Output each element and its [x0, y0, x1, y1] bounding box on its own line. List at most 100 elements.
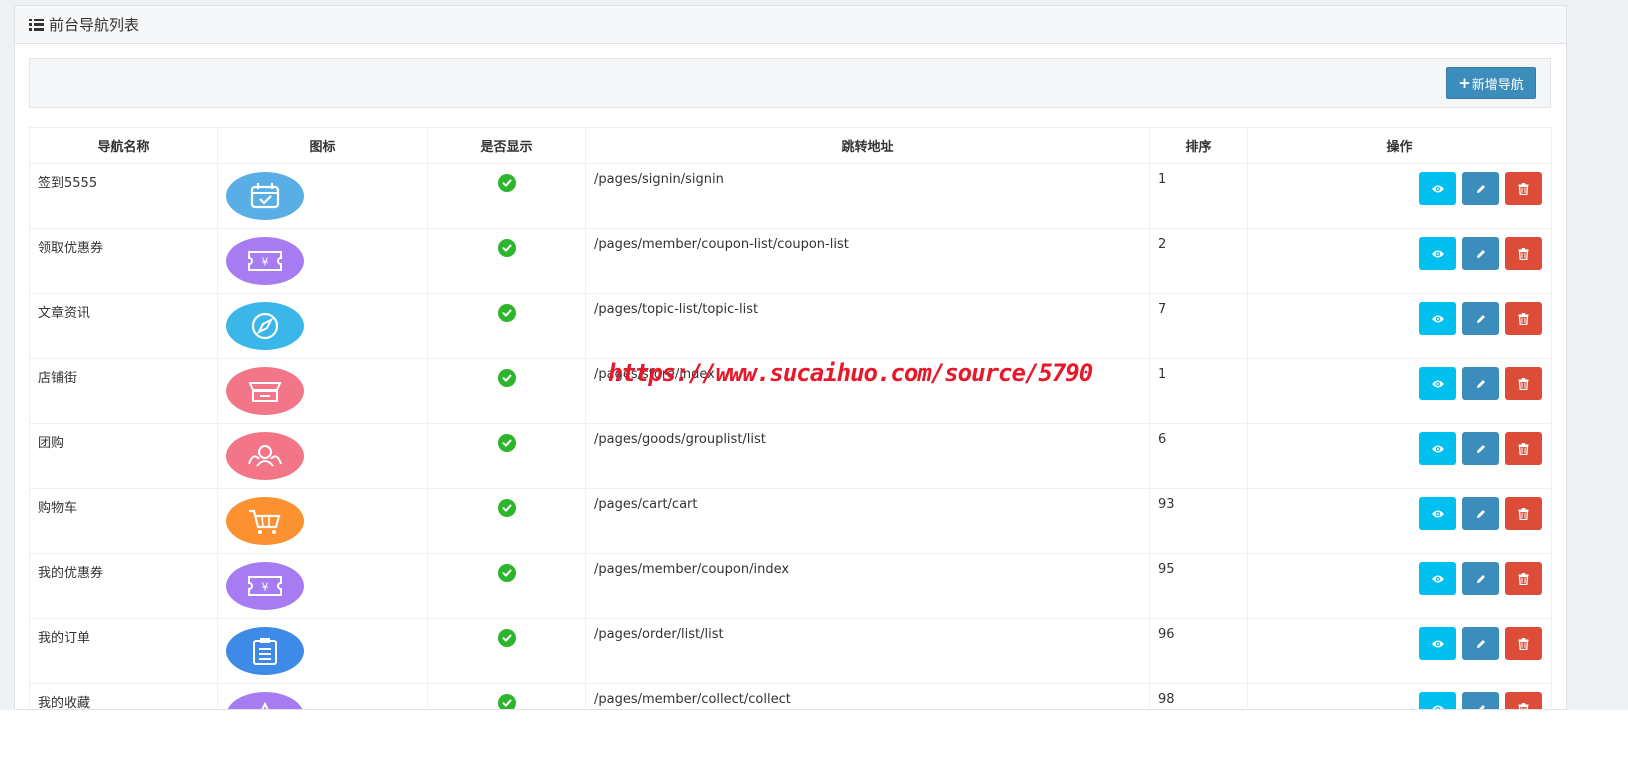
check-circle-icon	[497, 694, 516, 709]
view-button[interactable]	[1419, 562, 1456, 595]
add-nav-label: 新增导航	[1471, 77, 1524, 93]
nav-name: 签到5555	[38, 176, 98, 191]
nav-sort: 98	[1158, 692, 1175, 707]
add-nav-button[interactable]: + 新增导航	[1446, 67, 1536, 99]
nav-url: /pages/member/coupon-list/coupon-list	[594, 237, 849, 252]
list-icon	[29, 18, 44, 31]
delete-button[interactable]	[1505, 562, 1542, 595]
trash-icon	[1518, 442, 1529, 455]
edit-button[interactable]	[1462, 237, 1499, 270]
edit-button[interactable]	[1462, 367, 1499, 400]
calendar-check-icon	[226, 172, 304, 220]
edit-button[interactable]	[1462, 627, 1499, 660]
view-button[interactable]	[1419, 432, 1456, 465]
pencil-icon	[1475, 573, 1487, 585]
nav-name: 我的订单	[38, 631, 91, 646]
view-button[interactable]	[1419, 302, 1456, 335]
nav-name: 店铺街	[38, 371, 78, 386]
actions-cell	[1247, 553, 1552, 619]
table-row: 购物车/pages/cart/cart 93	[29, 488, 1552, 554]
nav-name-cell: 领取优惠券	[29, 228, 218, 294]
nav-name: 团购	[38, 436, 65, 451]
delete-button[interactable]	[1505, 627, 1542, 660]
shown-cell	[427, 423, 586, 489]
url-cell: /pages/goods/grouplist/list	[585, 423, 1150, 489]
trash-icon	[1518, 507, 1529, 520]
edit-button[interactable]	[1462, 562, 1499, 595]
trash-icon	[1518, 247, 1529, 260]
delete-button[interactable]	[1505, 237, 1542, 270]
sort-cell: 93	[1149, 488, 1248, 554]
pencil-icon	[1475, 378, 1487, 390]
trash-icon	[1518, 312, 1529, 325]
toolbar: + 新增导航	[29, 58, 1551, 108]
nav-sort: 1	[1158, 367, 1167, 382]
sort-cell: 7	[1149, 293, 1248, 359]
edit-button[interactable]	[1462, 692, 1499, 709]
page: 前台导航列表 + 新增导航 导航名称 图标 是否显示 跳转地址 排序 操作 签到…	[0, 0, 1628, 775]
nav-sort: 6	[1158, 432, 1167, 447]
table-body: 签到5555/pages/signin/signin 1 领取优惠券 ¥ /pages/…	[29, 163, 1552, 710]
check-circle-icon	[497, 564, 516, 582]
actions-cell	[1247, 293, 1552, 359]
sort-cell: 2	[1149, 228, 1248, 294]
nav-name-cell: 文章资讯	[29, 293, 218, 359]
edit-button[interactable]	[1462, 497, 1499, 530]
nav-icon-cell	[217, 683, 428, 709]
nav-icon-cell	[217, 488, 428, 554]
check-circle-icon	[497, 239, 516, 257]
view-button[interactable]	[1419, 627, 1456, 660]
check-circle-icon	[497, 369, 516, 387]
nav-name: 我的收藏	[38, 696, 91, 710]
nav-url: /pages/cart/cart	[594, 497, 698, 512]
table-row: 我的订单/pages/order/list/list 96	[29, 618, 1552, 684]
nav-name-cell: 我的优惠券	[29, 553, 218, 619]
delete-button[interactable]	[1505, 367, 1542, 400]
nav-icon-cell	[217, 163, 428, 229]
sort-cell: 95	[1149, 553, 1248, 619]
table-row: 团购/pages/goods/grouplist/list 6	[29, 423, 1552, 489]
edit-button[interactable]	[1462, 432, 1499, 465]
nav-url: /pages/order/list/list	[594, 627, 724, 642]
edit-button[interactable]	[1462, 172, 1499, 205]
shown-cell	[427, 228, 586, 294]
view-button[interactable]	[1419, 367, 1456, 400]
delete-button[interactable]	[1505, 692, 1542, 709]
eye-icon	[1431, 379, 1445, 389]
actions-cell	[1247, 423, 1552, 489]
nav-icon-cell	[217, 618, 428, 684]
cart-icon	[226, 497, 304, 545]
shown-cell	[427, 293, 586, 359]
edit-button[interactable]	[1462, 302, 1499, 335]
nav-icon-cell	[217, 293, 428, 359]
delete-button[interactable]	[1505, 432, 1542, 465]
nav-name-cell: 我的订单	[29, 618, 218, 684]
nav-table: 导航名称 图标 是否显示 跳转地址 排序 操作 签到5555/pages/sig…	[29, 127, 1552, 710]
view-button[interactable]	[1419, 172, 1456, 205]
view-button[interactable]	[1419, 237, 1456, 270]
view-button[interactable]	[1419, 497, 1456, 530]
sort-cell: 1	[1149, 358, 1248, 424]
actions-cell	[1247, 683, 1552, 709]
store-icon	[226, 367, 304, 415]
coupon-yen-icon: ¥	[226, 562, 304, 610]
nav-icon-cell: ¥	[217, 553, 428, 619]
nav-name-cell: 团购	[29, 423, 218, 489]
table-row: 我的优惠券 ¥ /pages/member/coupon/index 95	[29, 553, 1552, 619]
eye-icon	[1431, 314, 1445, 324]
shown-cell	[427, 163, 586, 229]
group-icon	[226, 432, 304, 480]
sort-cell: 96	[1149, 618, 1248, 684]
header-shown: 是否显示	[427, 127, 586, 164]
header-url: 跳转地址	[585, 127, 1150, 164]
delete-button[interactable]	[1505, 302, 1542, 335]
delete-button[interactable]	[1505, 497, 1542, 530]
eye-icon	[1431, 249, 1445, 259]
header-sort: 排序	[1149, 127, 1248, 164]
sort-cell: 6	[1149, 423, 1248, 489]
plus-icon: +	[1458, 73, 1471, 92]
nav-name-cell: 我的收藏	[29, 683, 218, 710]
delete-button[interactable]	[1505, 172, 1542, 205]
view-button[interactable]	[1419, 692, 1456, 709]
table-header-row: 导航名称 图标 是否显示 跳转地址 排序 操作	[29, 127, 1552, 164]
